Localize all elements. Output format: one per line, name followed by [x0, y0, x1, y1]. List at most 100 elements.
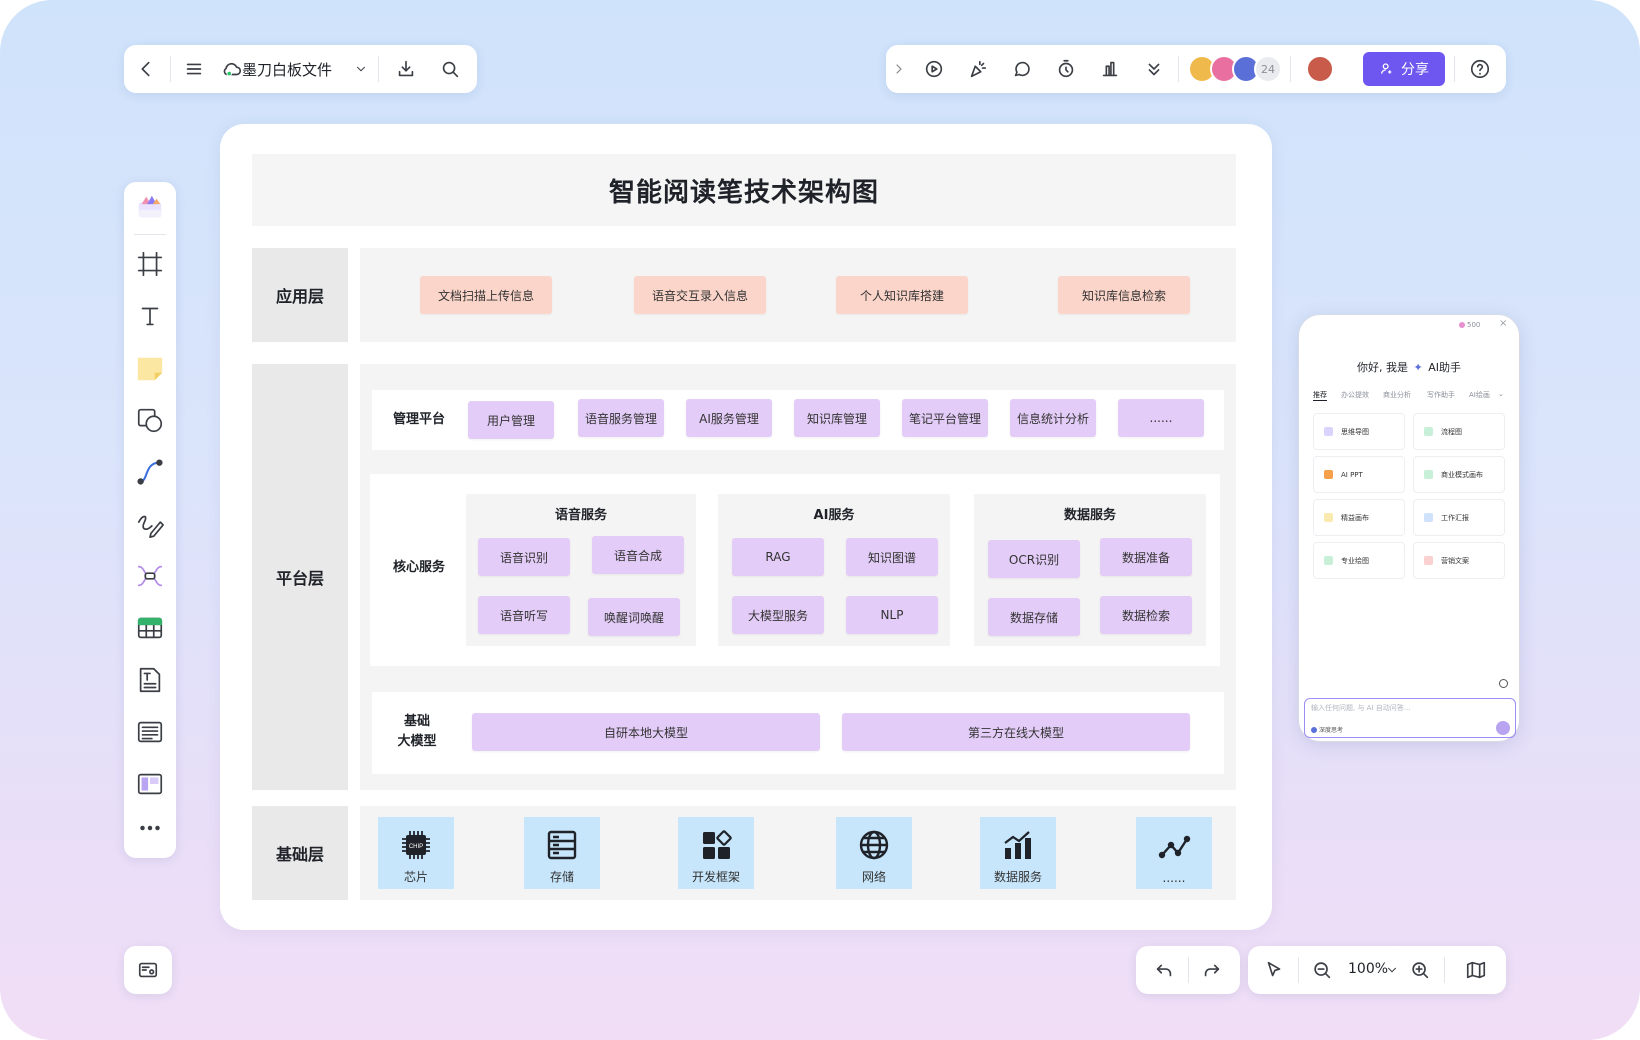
- menu-icon[interactable]: [178, 53, 210, 85]
- service-item[interactable]: 语音识别: [478, 538, 570, 576]
- vote-icon[interactable]: [1094, 53, 1126, 85]
- service-item[interactable]: 数据存储: [988, 598, 1080, 636]
- connector-icon[interactable]: [134, 456, 166, 488]
- ai-tile[interactable]: 流程图: [1413, 413, 1505, 450]
- mindmap-icon[interactable]: [134, 560, 166, 592]
- management-item[interactable]: ......: [1118, 399, 1204, 437]
- ai-tab[interactable]: 办公提效: [1341, 390, 1369, 400]
- ai-tile[interactable]: 营销文案: [1413, 542, 1505, 579]
- infra-item[interactable]: ......: [1136, 817, 1212, 889]
- platform-layer-body[interactable]: 管理平台 用户管理 语音服务管理 AI服务管理 知识库管理 笔记平台管理 信息统…: [360, 364, 1236, 790]
- model-item[interactable]: 第三方在线大模型: [842, 713, 1190, 751]
- chevron-right-icon[interactable]: [886, 53, 912, 85]
- management-item[interactable]: 信息统计分析: [1010, 399, 1096, 437]
- ai-input[interactable]: 输入任何问题, 与 AI 自动问答... 深度思考: [1304, 698, 1516, 738]
- model-item[interactable]: 自研本地大模型: [472, 713, 820, 751]
- management-item[interactable]: 笔记平台管理: [902, 399, 988, 437]
- search-icon[interactable]: [434, 53, 466, 85]
- close-icon[interactable]: ×: [1499, 318, 1507, 329]
- chevron-down-icon[interactable]: [350, 53, 372, 85]
- celebrate-icon[interactable]: [962, 53, 994, 85]
- service-item[interactable]: 语音听写: [478, 596, 570, 634]
- ai-tile[interactable]: 思维导图: [1313, 413, 1405, 450]
- double-chevron-down-icon[interactable]: [1138, 53, 1170, 85]
- history-icon[interactable]: [1499, 679, 1508, 688]
- share-button[interactable]: 分享: [1363, 52, 1445, 86]
- minimap-toggle[interactable]: [124, 946, 172, 994]
- service-group-ai[interactable]: AI服务 RAG 知识图谱 大模型服务 NLP: [718, 494, 950, 646]
- management-item[interactable]: 用户管理: [468, 401, 554, 439]
- infra-item[interactable]: 存储: [524, 817, 600, 889]
- infra-layer-label[interactable]: 基础层: [252, 806, 348, 900]
- back-icon[interactable]: [130, 53, 162, 85]
- core-services[interactable]: 核心服务 语音服务 语音识别 语音合成 语音听写 唤醒词唤醒 AI服务 RAG …: [370, 474, 1220, 666]
- ai-tile[interactable]: 商业模式画布: [1413, 456, 1505, 493]
- help-icon[interactable]: [1464, 53, 1496, 85]
- undo-icon[interactable]: [1148, 954, 1180, 986]
- list-icon[interactable]: [134, 716, 166, 748]
- redo-icon[interactable]: [1196, 954, 1228, 986]
- document-icon[interactable]: [134, 664, 166, 696]
- canvas-board[interactable]: 智能阅读笔技术架构图 应用层 文档扫描上传信息 语音交互录入信息 个人知识库搭建…: [220, 124, 1272, 930]
- timer-icon[interactable]: [1050, 53, 1082, 85]
- frame-icon[interactable]: [134, 248, 166, 280]
- chevron-down-icon[interactable]: ⌄: [1498, 390, 1504, 398]
- current-user-avatar[interactable]: [1306, 55, 1334, 83]
- ai-tile[interactable]: 工作汇报: [1413, 499, 1505, 536]
- management-item[interactable]: 知识库管理: [794, 399, 880, 437]
- management-item[interactable]: AI服务管理: [686, 399, 772, 437]
- zoom-in-icon[interactable]: [1404, 954, 1436, 986]
- ai-tab[interactable]: 写作助手: [1427, 390, 1455, 400]
- template-icon[interactable]: [134, 190, 166, 222]
- app-layer-label[interactable]: 应用层: [252, 248, 348, 342]
- service-group-speech[interactable]: 语音服务 语音识别 语音合成 语音听写 唤醒词唤醒: [466, 494, 696, 646]
- diagram-title[interactable]: 智能阅读笔技术架构图: [252, 154, 1236, 226]
- service-item[interactable]: 语音合成: [592, 536, 684, 574]
- ai-tile[interactable]: 精益画布: [1313, 499, 1405, 536]
- platform-layer-label[interactable]: 平台层: [252, 364, 348, 790]
- text-icon[interactable]: [134, 300, 166, 332]
- service-item[interactable]: OCR识别: [988, 540, 1080, 578]
- management-item[interactable]: 语音服务管理: [578, 399, 664, 437]
- ai-tab[interactable]: AI绘画: [1469, 390, 1490, 400]
- app-item[interactable]: 个人知识库搭建: [836, 276, 968, 314]
- send-icon[interactable]: [1496, 721, 1510, 735]
- zoom-out-icon[interactable]: [1306, 954, 1338, 986]
- service-item[interactable]: 数据检索: [1100, 596, 1192, 634]
- chevron-down-icon[interactable]: [1382, 954, 1402, 986]
- pen-icon[interactable]: [134, 508, 166, 540]
- management-platform[interactable]: 管理平台 用户管理 语音服务管理 AI服务管理 知识库管理 笔记平台管理 信息统…: [372, 390, 1224, 450]
- foundation-models[interactable]: 基础 大模型 自研本地大模型 第三方在线大模型: [372, 692, 1224, 774]
- service-item[interactable]: RAG: [732, 538, 824, 576]
- infra-item[interactable]: 网络: [836, 817, 912, 889]
- shape-icon[interactable]: [134, 404, 166, 436]
- ai-assistant-panel[interactable]: 500 × 你好, 我是 ✦ AI助手 推荐 办公提效 商业分析 写作助手 AI…: [1298, 314, 1520, 742]
- service-item[interactable]: 唤醒词唤醒: [588, 598, 680, 636]
- sticky-note-icon[interactable]: [134, 352, 166, 384]
- app-layer-body[interactable]: 文档扫描上传信息 语音交互录入信息 个人知识库搭建 知识库信息检索: [360, 248, 1236, 342]
- download-icon[interactable]: [390, 53, 422, 85]
- service-item[interactable]: 数据准备: [1100, 538, 1192, 576]
- ai-tab[interactable]: 推荐: [1313, 390, 1327, 401]
- table-icon[interactable]: [134, 612, 166, 644]
- deep-think-toggle[interactable]: 深度思考: [1311, 725, 1343, 734]
- app-item[interactable]: 语音交互录入信息: [634, 276, 766, 314]
- app-item[interactable]: 文档扫描上传信息: [420, 276, 552, 314]
- infra-item[interactable]: CHIP 芯片: [378, 817, 454, 889]
- app-item[interactable]: 知识库信息检索: [1058, 276, 1190, 314]
- collaborator-count[interactable]: 24: [1254, 55, 1282, 83]
- ai-tile[interactable]: AI PPT: [1313, 456, 1405, 493]
- file-name[interactable]: 墨刀白板文件: [242, 59, 332, 80]
- map-icon[interactable]: [1460, 954, 1492, 986]
- cursor-icon[interactable]: [1258, 954, 1290, 986]
- present-play-icon[interactable]: [918, 53, 950, 85]
- service-item[interactable]: NLP: [846, 596, 938, 634]
- infra-layer-body[interactable]: CHIP 芯片 存储 开发框架 网络 数据服务 ......: [360, 806, 1236, 900]
- infra-item[interactable]: 数据服务: [980, 817, 1056, 889]
- service-group-data[interactable]: 数据服务 OCR识别 数据准备 数据存储 数据检索: [974, 494, 1206, 646]
- layout-icon[interactable]: [134, 768, 166, 800]
- comment-icon[interactable]: [1006, 53, 1038, 85]
- service-item[interactable]: 知识图谱: [846, 538, 938, 576]
- ai-tab[interactable]: 商业分析: [1383, 390, 1411, 400]
- ai-tile[interactable]: 专业绘图: [1313, 542, 1405, 579]
